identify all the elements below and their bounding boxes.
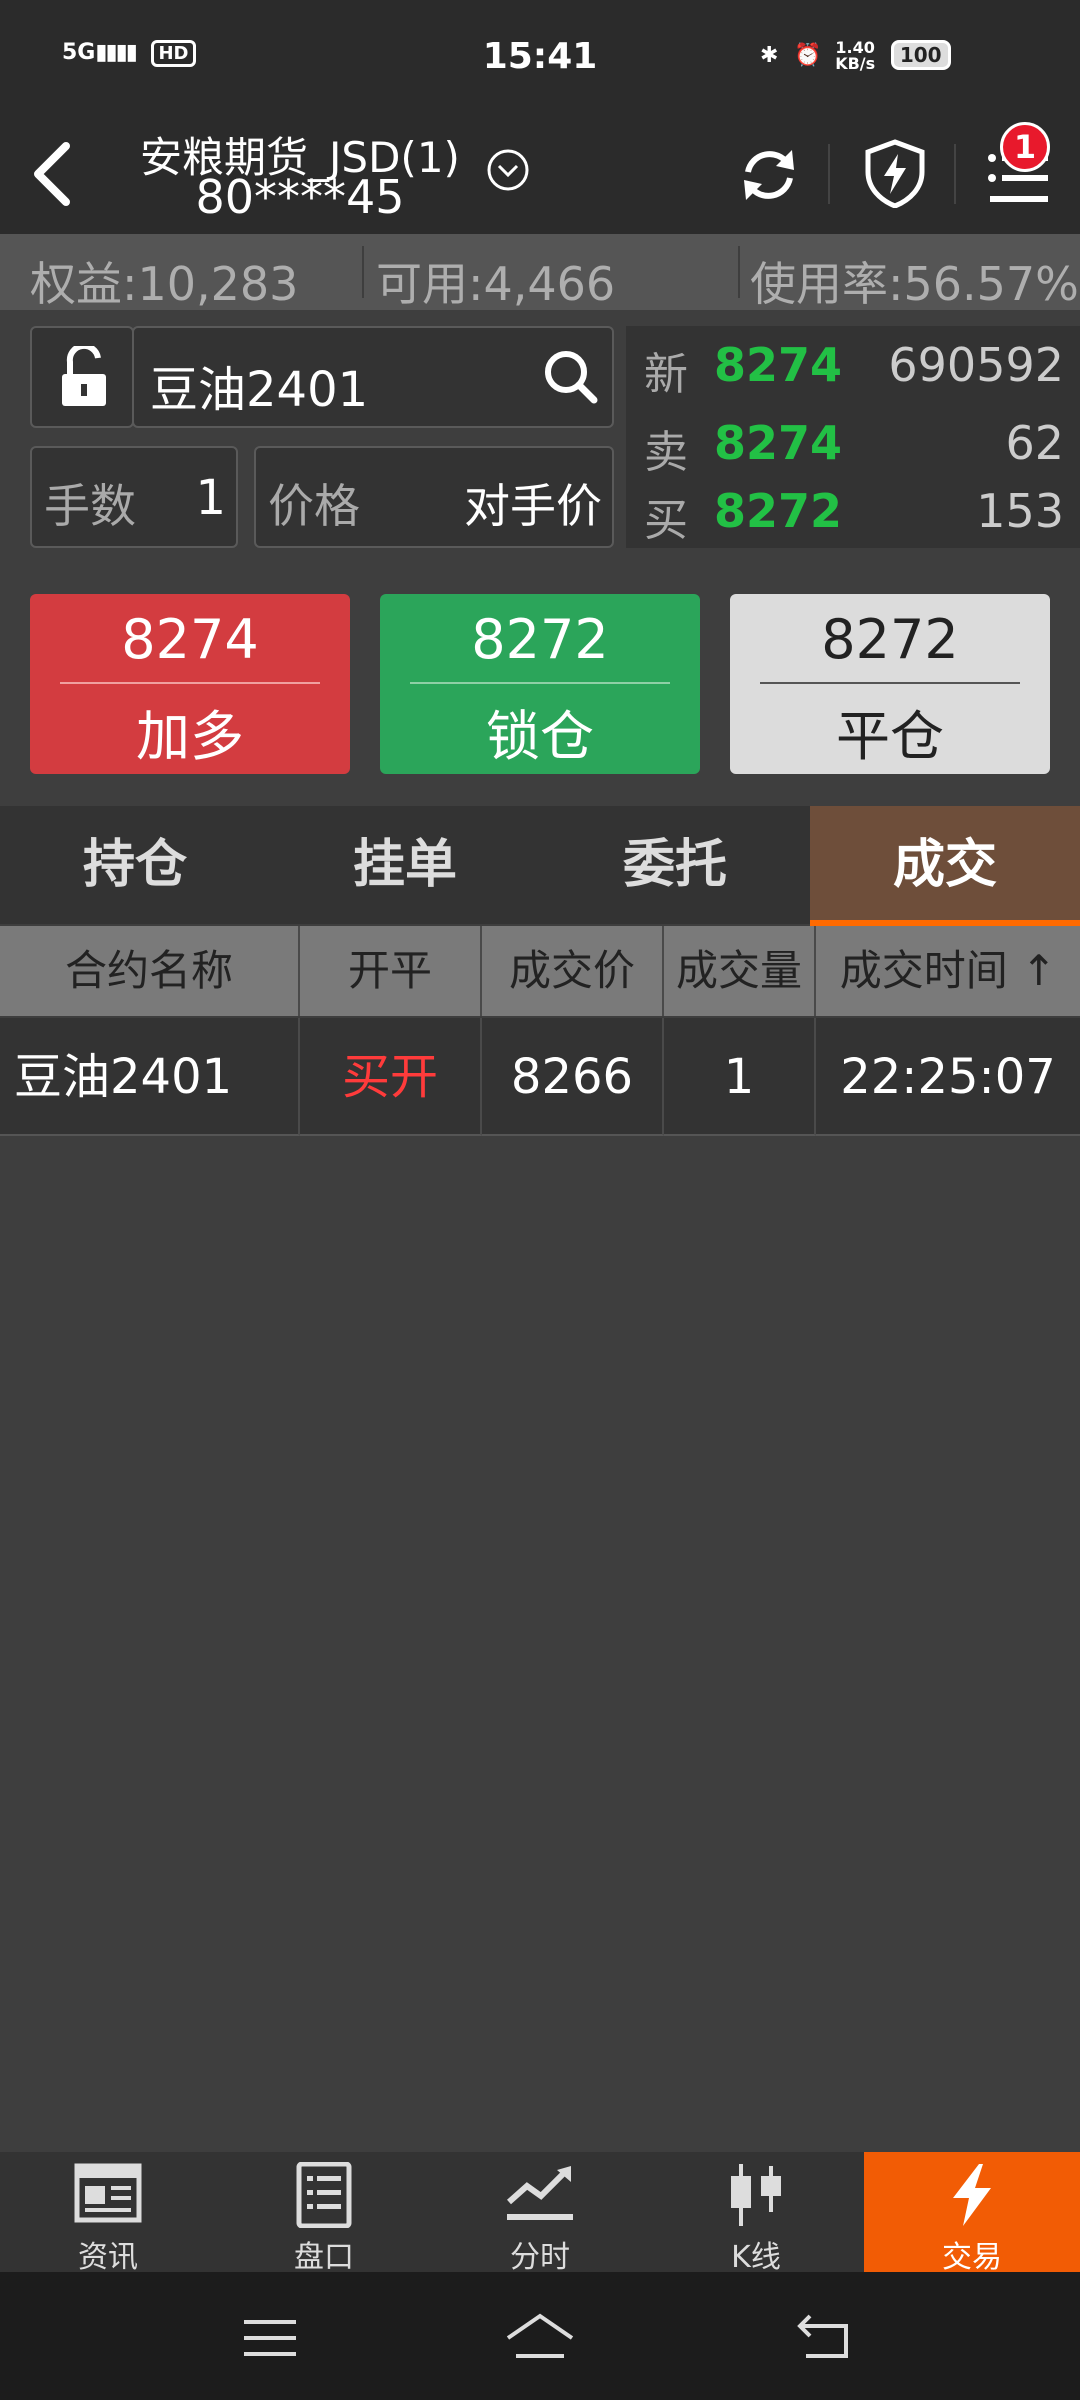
nav-orderbook-label: 盘口 <box>294 2240 354 2275</box>
nav-trade[interactable]: 交易 <box>864 2152 1080 2275</box>
quantity-label: 手数 <box>44 479 136 533</box>
buy-long-price: 8274 <box>121 608 259 671</box>
bid-label: 买 <box>644 495 688 546</box>
account-number[interactable]: 80****45 <box>110 170 490 224</box>
button-divider <box>60 682 320 684</box>
back-icon[interactable] <box>796 2312 852 2362</box>
equity-value: 权益:10,283 <box>30 257 299 311</box>
system-navigation-bar <box>0 2272 1080 2400</box>
nav-trade-label: 交易 <box>942 2240 1002 2275</box>
app-header: 安粮期货_JSD(1) 80****45 1 <box>0 118 1080 234</box>
buy-long-button[interactable]: 8274 加多 <box>30 594 350 774</box>
quantity-value[interactable]: 1 <box>195 470 226 526</box>
nav-candlestick[interactable]: K线 <box>648 2152 864 2275</box>
home-icon[interactable] <box>504 2312 576 2362</box>
nav-news[interactable]: 资讯 <box>0 2152 216 2275</box>
ask-label: 卖 <box>644 427 688 478</box>
cell-time[interactable]: 22:25:07 <box>816 1018 1080 1136</box>
cell-volume[interactable]: 1 <box>664 1018 816 1136</box>
summary-divider <box>362 246 364 298</box>
lightning-icon <box>953 2164 991 2226</box>
notification-badge: 1 <box>1000 122 1050 172</box>
summary-divider <box>738 246 740 298</box>
last-label: 新 <box>644 349 688 400</box>
close-position-button[interactable]: 8272 平仓 <box>730 594 1050 774</box>
chevron-down-icon[interactable] <box>486 148 530 192</box>
quantity-field[interactable]: 手数 1 <box>30 446 238 548</box>
timeshare-chart-icon <box>507 2166 573 2220</box>
menu-icon[interactable] <box>244 2318 296 2358</box>
lock-position-price: 8272 <box>471 608 609 671</box>
bottom-navigation: 资讯 盘口 分时 K线 交易 <box>0 2152 1080 2275</box>
bid-price[interactable]: 8272 <box>714 484 842 538</box>
usage-rate: 使用率:56.57% <box>750 257 1079 311</box>
refresh-icon[interactable] <box>734 140 804 210</box>
button-divider <box>410 682 670 684</box>
status-bar: 5G▮▮▮▮ HD 15:41 ✱ ⏰ 1.40 KB/s 100 <box>0 0 1080 118</box>
ask-volume: 62 <box>1005 416 1064 470</box>
column-header-volume[interactable]: 成交量 <box>664 926 816 1016</box>
account-summary-bar: 权益:10,283 可用:4,466 使用率:56.57% <box>0 234 1080 311</box>
nav-orderbook[interactable]: 盘口 <box>216 2152 432 2275</box>
news-icon <box>74 2163 142 2223</box>
bid-volume: 153 <box>976 484 1064 538</box>
tab-trades[interactable]: 成交 <box>810 806 1080 924</box>
tab-bar: 持仓 挂单 委托 成交 <box>0 806 1080 926</box>
column-header-time[interactable]: 成交时间 ↑ <box>816 926 1080 1016</box>
cell-open-close[interactable]: 买开 <box>300 1018 482 1136</box>
candlestick-icon <box>731 2164 781 2226</box>
lock-position-label: 锁仓 <box>486 705 594 768</box>
close-position-price: 8272 <box>821 608 959 671</box>
nav-timeshare[interactable]: 分时 <box>432 2152 648 2275</box>
price-value[interactable]: 对手价 <box>464 470 602 536</box>
alarm-icon: ⏰ <box>794 43 822 68</box>
orderbook-icon <box>296 2162 352 2228</box>
speed-indicator: 1.40 KB/s <box>835 40 875 72</box>
buy-long-label: 加多 <box>136 705 244 768</box>
contract-name[interactable]: 豆油2401 <box>150 350 368 420</box>
tab-positions[interactable]: 持仓 <box>0 806 270 924</box>
tab-orders[interactable]: 委托 <box>540 806 810 924</box>
button-divider <box>760 682 1020 684</box>
header-divider <box>954 144 956 204</box>
cell-contract[interactable]: 豆油2401 <box>0 1018 300 1136</box>
close-position-label: 平仓 <box>836 705 944 768</box>
quote-panel: 新 8274 690592 卖 8274 62 买 8272 153 <box>626 326 1080 548</box>
nav-candlestick-label: K线 <box>731 2240 781 2275</box>
nav-timeshare-label: 分时 <box>510 2240 570 2275</box>
column-header-open-close[interactable]: 开平 <box>300 926 482 1016</box>
last-price: 8274 <box>714 338 843 392</box>
price-field[interactable]: 价格 对手价 <box>254 446 614 548</box>
shield-lightning-icon[interactable] <box>860 138 930 208</box>
nav-news-label: 资讯 <box>78 2240 138 2275</box>
last-volume: 690592 <box>888 338 1064 392</box>
ask-price[interactable]: 8274 <box>714 416 842 470</box>
speed-unit: KB/s <box>835 54 876 73</box>
available-value: 可用:4,466 <box>376 257 616 311</box>
bluetooth-icon: ✱ <box>760 43 779 68</box>
unlock-icon <box>62 346 106 406</box>
lock-toggle[interactable] <box>30 326 134 428</box>
column-header-price[interactable]: 成交价 <box>482 926 664 1016</box>
battery-icon: 100 <box>890 40 951 70</box>
status-icons: ✱ ⏰ 1.40 KB/s 100 <box>760 40 951 72</box>
price-label: 价格 <box>268 479 360 533</box>
tab-pending-orders[interactable]: 挂单 <box>270 806 540 924</box>
lock-position-button[interactable]: 8272 锁仓 <box>380 594 700 774</box>
search-icon[interactable] <box>540 346 600 406</box>
cell-price[interactable]: 8266 <box>482 1018 664 1136</box>
column-header-contract[interactable]: 合约名称 <box>0 926 300 1016</box>
header-divider <box>828 144 830 204</box>
back-arrow-icon[interactable] <box>22 134 82 214</box>
